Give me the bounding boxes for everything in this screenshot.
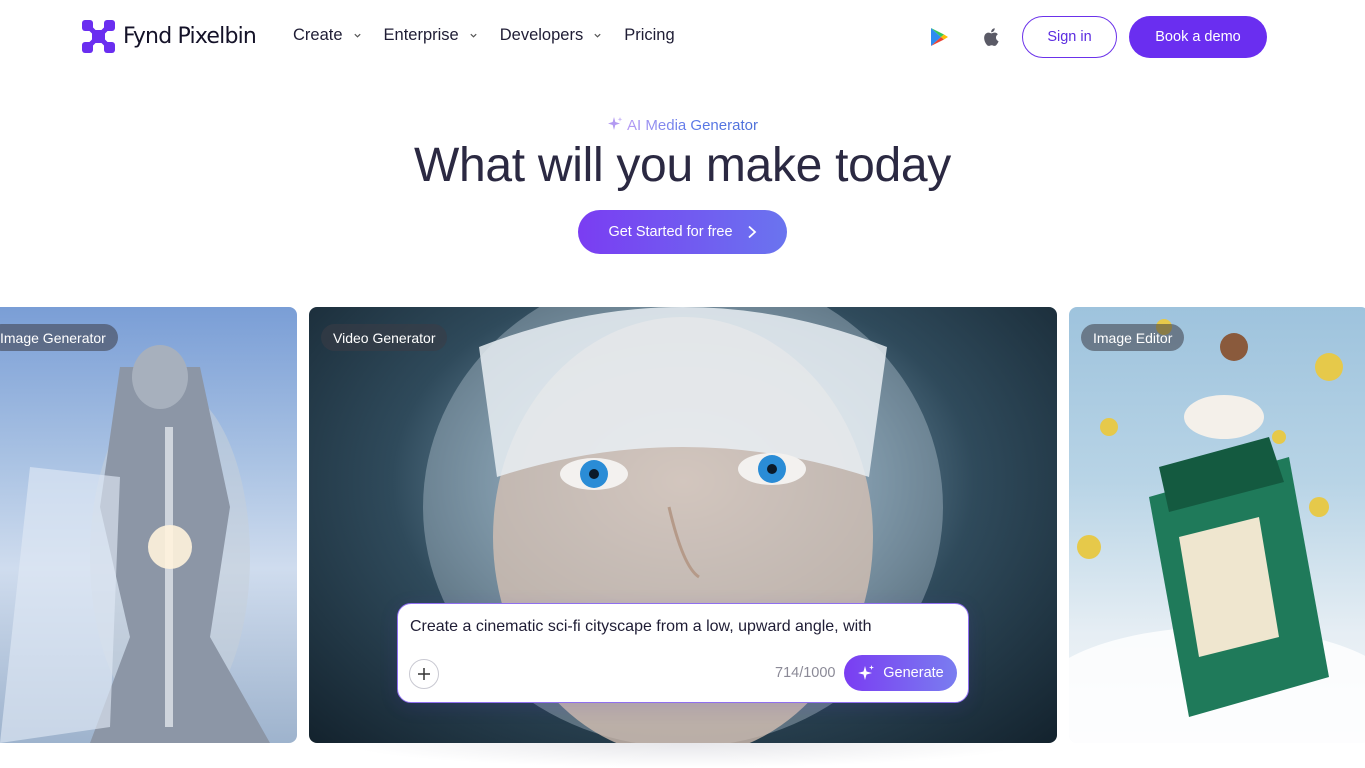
hero-eyebrow-text: AI Media Generator xyxy=(627,117,758,134)
brand-logo[interactable]: Fynd Pixelbin xyxy=(82,20,257,53)
nav-enterprise[interactable]: Enterprise xyxy=(384,26,478,45)
nav-create[interactable]: Create xyxy=(293,26,362,45)
card-shadow xyxy=(340,743,1030,768)
chevron-down-icon xyxy=(470,33,477,38)
main-nav: Create Enterprise Developers Pricing xyxy=(293,26,697,45)
chevron-down-icon xyxy=(594,33,601,38)
get-started-button[interactable]: Get Started for free xyxy=(578,210,787,254)
book-demo-button[interactable]: Book a demo xyxy=(1129,16,1267,58)
card-tag-image-editor: Image Editor xyxy=(1081,324,1185,351)
nav-developers[interactable]: Developers xyxy=(500,26,602,45)
plus-icon xyxy=(418,668,430,680)
add-attachment-button[interactable] xyxy=(409,659,439,689)
chevron-down-icon xyxy=(353,33,361,38)
sign-in-button[interactable]: Sign in xyxy=(1022,16,1117,58)
card-tag-video-generator: Video Generator xyxy=(321,324,448,351)
prompt-box: Create a cinematic sci-fi cityscape from… xyxy=(397,603,969,703)
hero-eyebrow: AI Media Generator xyxy=(0,116,1365,134)
sparkle-icon xyxy=(608,117,623,130)
image-generator-card[interactable]: Image Generator xyxy=(0,307,297,743)
prompt-input[interactable]: Create a cinematic sci-fi cityscape from… xyxy=(410,618,872,636)
apple-icon[interactable] xyxy=(981,26,1003,48)
nav-enterprise-label: Enterprise xyxy=(383,26,459,44)
card-tag-image-generator: Image Generator xyxy=(0,324,118,351)
sparkle-icon xyxy=(858,665,875,680)
generate-label: Generate xyxy=(883,665,944,681)
generate-button[interactable]: Generate xyxy=(844,655,957,691)
serum-bottle-artwork xyxy=(1069,319,1365,743)
brand-name: Fynd Pixelbin xyxy=(123,24,257,49)
image-editor-card[interactable]: Image Editor xyxy=(1069,307,1365,743)
knight-artwork xyxy=(0,345,270,743)
nav-create-label: Create xyxy=(293,26,343,44)
pixelbin-logo-icon xyxy=(82,20,115,53)
site-header: Fynd Pixelbin Create Enterprise Develope… xyxy=(0,0,1365,74)
get-started-label: Get Started for free xyxy=(608,224,733,240)
nav-pricing[interactable]: Pricing xyxy=(624,26,674,45)
nav-pricing-label: Pricing xyxy=(624,26,675,44)
chevron-right-icon xyxy=(747,225,756,239)
hero-title: What will you make today xyxy=(413,139,952,192)
character-count: 714/1000 xyxy=(775,665,836,681)
google-play-icon[interactable] xyxy=(928,26,950,48)
nav-developers-label: Developers xyxy=(499,26,584,44)
